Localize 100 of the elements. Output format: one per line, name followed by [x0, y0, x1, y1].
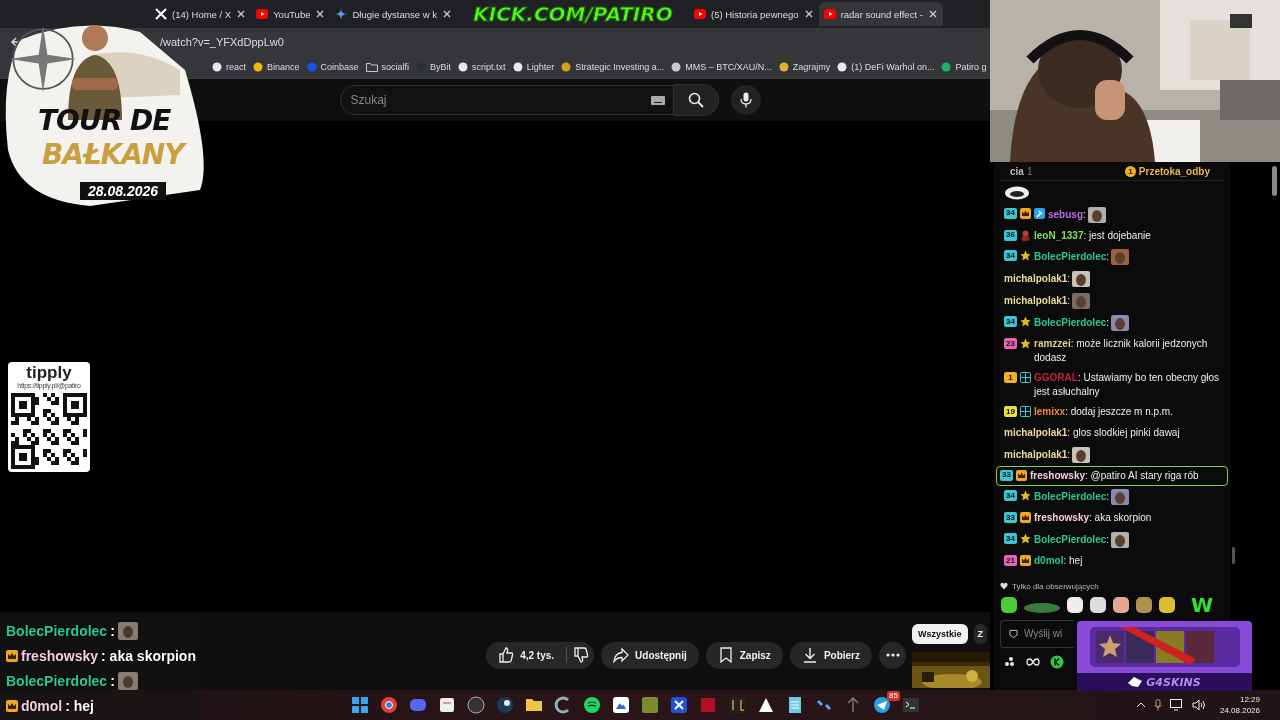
emote-icon[interactable]: [1066, 595, 1084, 614]
bookmark[interactable]: ByBit: [416, 62, 452, 72]
chat-message: michalpolak1:: [1004, 273, 1071, 284]
overlay-chat-text: :: [110, 622, 115, 639]
chat-message: BolecPierdolec:: [1034, 533, 1110, 545]
more-button[interactable]: [879, 641, 906, 669]
close-icon[interactable]: [803, 9, 814, 19]
chat-header-label: cia: [1010, 165, 1024, 177]
search-button[interactable]: [673, 84, 719, 116]
chat-message: BolecPierdolec:: [1034, 317, 1110, 328]
bookmark[interactable]: Coinbase: [306, 62, 359, 72]
like-button[interactable]: 4,2 tys.: [486, 641, 567, 669]
mountain-icon[interactable]: [611, 695, 631, 715]
microphone-icon[interactable]: [1153, 699, 1162, 711]
overlay-chat-username: BolecPierdolec: [6, 672, 108, 689]
browser-tab[interactable]: (5) Historia pewnego: [688, 2, 819, 26]
bookmark[interactable]: Zagrajmy: [778, 62, 831, 72]
notification-badge: 85: [887, 691, 900, 701]
subscriber-badge: 1: [1004, 372, 1017, 384]
star-icon: [1020, 533, 1031, 545]
subscriber-badge: 34: [1004, 250, 1017, 262]
browser-tab[interactable]: Długie dystanse w k: [330, 2, 457, 26]
search-input[interactable]: Szukaj: [348, 92, 651, 108]
dots-icon[interactable]: [1004, 656, 1016, 667]
close-icon[interactable]: [315, 9, 326, 19]
filter-chip[interactable]: Wszystkie: [912, 624, 968, 644]
star-icon: [1020, 250, 1031, 262]
crown-icon: [1020, 512, 1031, 524]
rank-badge: 1: [1124, 165, 1136, 177]
overlay-chat-username: d0mol: [21, 697, 63, 714]
star-icon: [1020, 338, 1031, 350]
thumbs-up-icon: [498, 647, 515, 663]
grid-icon[interactable]: [350, 695, 370, 715]
circle-icon[interactable]: [466, 695, 486, 715]
overlay-chat-username: BolecPierdolec: [6, 622, 108, 639]
voice-search-button[interactable]: [730, 85, 761, 115]
filter-chip[interactable]: Z: [973, 624, 988, 644]
chevron-up-icon[interactable]: [1135, 702, 1146, 708]
scrollbar-thumb: [1272, 166, 1277, 196]
thumbs-down-icon: [572, 647, 589, 663]
chat-message: GGORAL: Ustawiamy bo ten obecny głos jest asłuchalny: [1034, 372, 1220, 398]
emote-icon: [1004, 186, 1030, 200]
share-arrow-icon: [613, 647, 630, 663]
rl-letters-icon[interactable]: [727, 695, 747, 715]
x-mark-icon: [155, 8, 167, 20]
emote-icon[interactable]: [1000, 595, 1018, 614]
address-bar-url[interactable]: /watch?v=_YFXdDppLw0: [160, 36, 284, 48]
monitor-icon[interactable]: [1169, 699, 1184, 711]
chat-input[interactable]: Wyślij wi: [1024, 628, 1074, 640]
browser-tab[interactable]: YouTube: [251, 2, 331, 26]
bookmark[interactable]: Lighter: [512, 62, 555, 72]
chat-input-field[interactable]: Wyślij wi: [1000, 619, 1074, 648]
browser-tab[interactable]: (14) Home / X: [150, 2, 252, 26]
bookmark[interactable]: Binance: [253, 62, 300, 72]
chat-message: freshowsky: aka skorpion: [1034, 512, 1152, 524]
emote-icon: [1072, 446, 1091, 463]
save-button[interactable]: Zapisz: [705, 641, 783, 669]
emote-icon[interactable]: [1112, 595, 1130, 614]
chat-message: freshowsky: @patiro AI stary riga rób: [1030, 469, 1199, 481]
keyboard-icon[interactable]: [650, 95, 665, 105]
share-button[interactable]: Udostępnij: [601, 641, 699, 669]
emote-icon[interactable]: [1135, 595, 1153, 614]
terminal-icon[interactable]: [901, 695, 921, 715]
overlay-chat-username: freshowsky: [21, 647, 99, 664]
emote-icon[interactable]: [1089, 595, 1107, 614]
taskbar-clock[interactable]: 12:29 24.08.2026: [1219, 694, 1260, 716]
grid-icon: [1020, 372, 1031, 384]
bookmark-icon: [717, 647, 734, 663]
subscriber-badge: 34: [1004, 207, 1017, 219]
bookmark[interactable]: react: [212, 62, 246, 72]
bookmark[interactable]: Patiro g: [941, 62, 987, 72]
chat-message: sebusg:: [1048, 208, 1086, 220]
scrollbar-thumb: [1232, 547, 1235, 564]
search-field[interactable]: Szukaj: [339, 85, 674, 115]
bookmark[interactable]: (1) DeFi Warhol on...: [837, 62, 935, 72]
crown-icon: [1020, 207, 1031, 219]
close-icon[interactable]: [236, 9, 247, 19]
bookmark[interactable]: MMS – BTC/XAU/N...: [671, 62, 772, 72]
circle-icon[interactable]: [379, 695, 399, 715]
browser-tab[interactable]: radar sound effect -: [818, 2, 943, 26]
bookmark[interactable]: socialfi: [365, 62, 410, 72]
viewer-count: 1: [1026, 165, 1033, 177]
emote-icon: [1087, 206, 1106, 223]
close-icon[interactable]: [927, 9, 938, 19]
emote-icon: [1111, 532, 1130, 549]
k-circle-icon[interactable]: [1050, 654, 1064, 669]
quick-emote[interactable]: W: [1191, 592, 1214, 617]
bookmark[interactable]: script.txt: [458, 62, 506, 72]
overlay-chat-text: :: [110, 672, 115, 689]
x-mark-icon[interactable]: [669, 695, 689, 715]
subscriber-badge: 33: [1004, 512, 1017, 524]
emote-icon[interactable]: [1158, 595, 1176, 614]
bookmark[interactable]: Strategic Investing a...: [561, 62, 665, 72]
download-button[interactable]: Pobierz: [789, 641, 872, 669]
subscriber-badge: 34: [1004, 490, 1017, 502]
circle-icon[interactable]: [582, 695, 602, 715]
close-icon[interactable]: [441, 9, 452, 19]
chat-message: michalpolak1: glos slodkiej pinki dawaj: [1004, 427, 1180, 439]
speaker-icon[interactable]: [1191, 699, 1206, 711]
play-icon: [693, 8, 706, 20]
